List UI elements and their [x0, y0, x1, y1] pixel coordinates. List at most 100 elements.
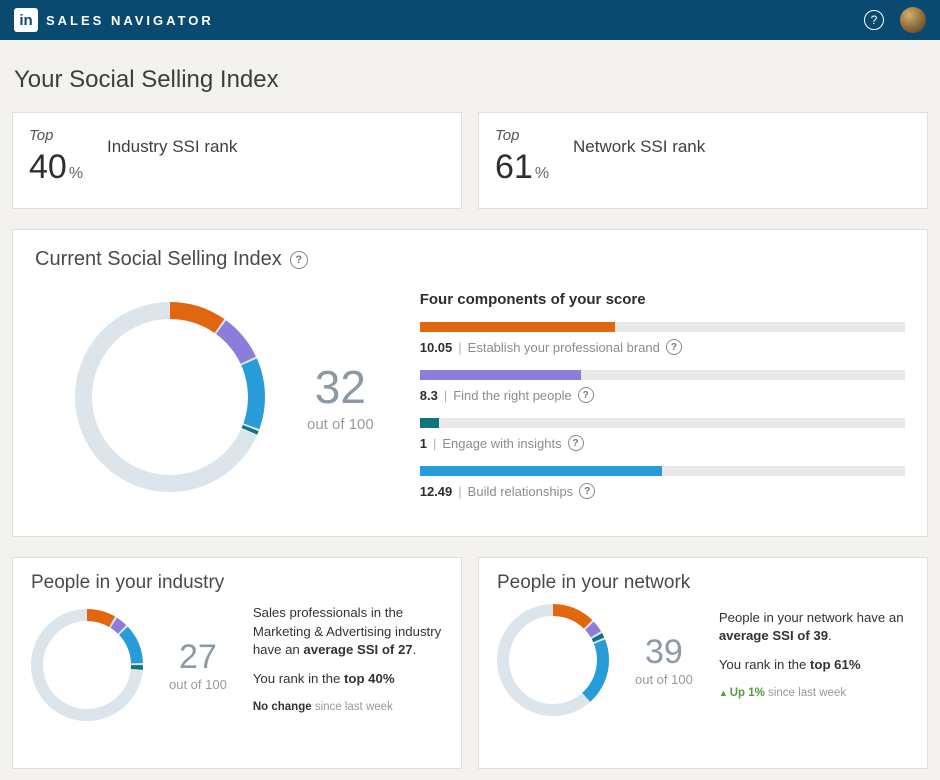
network-score-block: 39 out of 100	[635, 633, 693, 687]
industry-change-line: No change since last week	[253, 699, 443, 715]
industry-change-bold: No change	[253, 701, 312, 713]
component-text: Build relationships	[468, 484, 574, 499]
component-bar-fill	[420, 322, 615, 332]
industry-summary: Sales professionals in the Marketing & A…	[253, 604, 443, 660]
network-rank-line: You rank in the top 61%	[719, 656, 909, 675]
current-ssi-title: Current Social Selling Index	[35, 248, 282, 271]
network-people-body: 39 out of 100 People in your network hav…	[497, 604, 909, 716]
network-summary-end: .	[828, 628, 832, 643]
component-bar-fill	[420, 370, 581, 380]
component-bar-track	[420, 418, 905, 428]
component-text: Find the right people	[453, 388, 572, 403]
component-row: 12.49 | Build relationships ?	[420, 466, 905, 499]
component-label: 10.05 | Establish your professional bran…	[420, 339, 905, 355]
industry-rank-title: Industry SSI rank	[107, 137, 237, 157]
component-bar-track	[420, 466, 905, 476]
page-content: Your Social Selling Index Top 40% Indust…	[0, 66, 940, 769]
ssi-score-block: 32 out of 100	[307, 360, 374, 433]
current-ssi-heading: Current Social Selling Index ?	[35, 248, 905, 271]
ssi-score: 32	[307, 360, 374, 414]
network-rank-title: Network SSI rank	[573, 137, 705, 157]
industry-score-block: 27 out of 100	[169, 638, 227, 692]
network-rank-top-label: Top	[495, 127, 573, 144]
people-cards-row: People in your industry 27 out of 100 Sa…	[12, 557, 928, 769]
industry-rank-left: Top 40%	[29, 127, 107, 187]
component-bar-track	[420, 322, 905, 332]
component-separator: |	[458, 340, 461, 355]
network-people-card: People in your network 39 out of 100 Peo…	[478, 557, 928, 769]
component-bar-track	[420, 370, 905, 380]
component-value: 12.49	[420, 484, 453, 499]
component-label: 12.49 | Build relationships ?	[420, 483, 905, 499]
industry-people-card: People in your industry 27 out of 100 Sa…	[12, 557, 462, 769]
linkedin-logo-text: in	[19, 12, 32, 29]
component-value: 1	[420, 436, 427, 451]
network-text-block: People in your network have an average S…	[719, 609, 909, 712]
component-value: 8.3	[420, 388, 438, 403]
component-text: Engage with insights	[442, 436, 561, 451]
network-donut-chart	[497, 604, 609, 716]
component-separator: |	[433, 436, 436, 451]
component-row: 8.3 | Find the right people ?	[420, 370, 905, 403]
industry-text-block: Sales professionals in the Marketing & A…	[253, 604, 443, 725]
ssi-components: Four components of your score 10.05 | Es…	[420, 279, 905, 514]
network-score: 39	[635, 633, 693, 672]
industry-rank-unit: %	[69, 165, 83, 182]
component-separator: |	[458, 484, 461, 499]
network-rank-unit: %	[535, 165, 549, 182]
component-row: 10.05 | Establish your professional bran…	[420, 322, 905, 355]
industry-rank-number: 40	[29, 148, 67, 186]
component-label: 1 | Engage with insights ?	[420, 435, 905, 451]
avatar[interactable]	[900, 7, 926, 33]
network-score-outof: out of 100	[635, 672, 693, 687]
help-icon[interactable]: ?	[666, 339, 682, 355]
network-rank-line-bold: top 61%	[810, 657, 861, 672]
network-rank-value: 61%	[495, 148, 573, 187]
ssi-donut-chart	[75, 302, 265, 492]
help-icon[interactable]: ?	[578, 387, 594, 403]
component-label: 8.3 | Find the right people ?	[420, 387, 905, 403]
network-summary-bold: average SSI of 39	[719, 628, 828, 643]
nav-right: ?	[864, 7, 926, 33]
up-arrow-icon: ▲	[719, 688, 728, 698]
help-icon[interactable]: ?	[864, 10, 884, 30]
industry-score-outof: out of 100	[169, 677, 227, 692]
top-nav: in SALES NAVIGATOR ?	[0, 0, 940, 40]
help-icon[interactable]: ?	[568, 435, 584, 451]
network-summary: People in your network have an average S…	[719, 609, 909, 646]
ssi-gauge-area: 32 out of 100	[35, 279, 374, 514]
brand-title: SALES NAVIGATOR	[46, 13, 214, 28]
current-ssi-body: 32 out of 100 Four components of your sc…	[35, 279, 905, 514]
component-text: Establish your professional brand	[468, 340, 660, 355]
industry-rank-line-bold: top 40%	[344, 671, 395, 686]
industry-donut-chart	[31, 609, 143, 721]
help-icon[interactable]: ?	[579, 483, 595, 499]
component-separator: |	[444, 388, 447, 403]
industry-score: 27	[169, 638, 227, 677]
component-bar-fill	[420, 418, 439, 428]
network-trend-bold: Up 1%	[730, 687, 765, 699]
industry-change-text: since last week	[312, 701, 393, 713]
industry-rank-top-label: Top	[29, 127, 107, 144]
component-row: 1 | Engage with insights ?	[420, 418, 905, 451]
rank-cards-row: Top 40% Industry SSI rank Top 61% Networ…	[12, 112, 928, 209]
component-value: 10.05	[420, 340, 453, 355]
ssi-score-outof: out of 100	[307, 416, 374, 433]
network-rank-line-text: You rank in the	[719, 657, 810, 672]
linkedin-logo: in	[14, 8, 38, 32]
network-trend-line: ▲Up 1% since last week	[719, 685, 909, 701]
industry-rank-line: You rank in the top 40%	[253, 670, 443, 689]
network-people-title: People in your network	[497, 572, 909, 594]
network-rank-number: 61	[495, 148, 533, 186]
help-icon[interactable]: ?	[290, 251, 308, 269]
industry-summary-end: .	[413, 642, 417, 657]
page-title: Your Social Selling Index	[14, 66, 928, 94]
components-heading: Four components of your score	[420, 291, 905, 308]
industry-rank-card: Top 40% Industry SSI rank	[12, 112, 462, 209]
industry-people-body: 27 out of 100 Sales professionals in the…	[31, 604, 443, 725]
current-ssi-card: Current Social Selling Index ? 32 out of…	[12, 229, 928, 537]
industry-summary-bold: average SSI of 27	[303, 642, 412, 657]
industry-rank-line-text: You rank in the	[253, 671, 344, 686]
industry-rank-value: 40%	[29, 148, 107, 187]
network-trend-text: since last week	[765, 687, 846, 699]
